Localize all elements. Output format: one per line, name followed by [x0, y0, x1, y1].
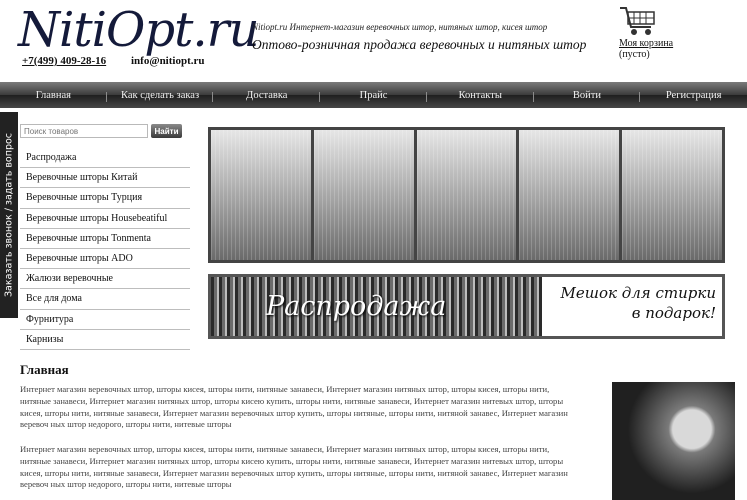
- cart-widget[interactable]: Моя корзина (пусто): [619, 5, 709, 60]
- sidebar-item-blinds[interactable]: Жалюзи веревочные: [20, 269, 190, 290]
- category-sidebar: Распродажа Веревочные шторы Китай Верево…: [20, 148, 190, 350]
- gallery-photo: [416, 130, 517, 260]
- sale-banner-gift: Мешок для стирки в подарок!: [542, 277, 722, 336]
- sidebar-item-home[interactable]: Все для дома: [20, 289, 190, 310]
- cart-status: (пусто): [619, 49, 650, 60]
- photo-gallery-banner[interactable]: [208, 127, 725, 263]
- email-address: info@nitiopt.ru: [131, 55, 205, 67]
- sidebar-item-ado[interactable]: Веревочные шторы ADO: [20, 249, 190, 270]
- sidebar-item-china[interactable]: Веревочные шторы Китай: [20, 168, 190, 189]
- portrait-image: [612, 382, 735, 500]
- search-input[interactable]: [20, 124, 148, 138]
- sidebar-item-housebeatiful[interactable]: Веревочные шторы Housebeatiful: [20, 209, 190, 229]
- intro-paragraph: Интернет магазин веревочных штор, шторы …: [20, 444, 568, 490]
- nav-delivery[interactable]: Доставка: [213, 90, 320, 102]
- cart-link[interactable]: Моя корзина: [619, 38, 709, 49]
- nav-login[interactable]: Войти: [534, 90, 641, 102]
- site-tagline-small: Nitiopt.ru Интернет-магазин веревочных ш…: [252, 22, 548, 32]
- sale-banner-title: Распродажа: [266, 291, 447, 322]
- nav-price[interactable]: Прайс: [320, 90, 427, 102]
- nav-how-to-order[interactable]: Как сделать заказ: [107, 90, 214, 102]
- callback-tab-label: Заказать звонок / задать вопрос: [3, 132, 15, 298]
- sidebar-item-tonmenta[interactable]: Веревочные шторы Tonmenta: [20, 229, 190, 249]
- site-tagline: Оптово-розничная продажа веревочных и ни…: [252, 37, 587, 52]
- gallery-photo: [622, 130, 722, 260]
- gallery-photo: [211, 130, 311, 260]
- shopping-cart-icon[interactable]: [619, 5, 709, 37]
- callback-tab[interactable]: Заказать звонок / задать вопрос: [0, 112, 18, 318]
- nav-home[interactable]: Главная: [0, 90, 107, 102]
- site-logo[interactable]: NitiOpt.ru: [18, 2, 259, 58]
- nav-register[interactable]: Регистрация: [640, 90, 747, 101]
- sale-banner-gift-line1: Мешок для стирки: [560, 284, 716, 302]
- gallery-photo: [313, 130, 414, 260]
- main-nav: Главная Как сделать заказ Доставка Прайс…: [0, 82, 747, 108]
- sidebar-item-hardware[interactable]: Фурнитура: [20, 310, 190, 330]
- sidebar-item-cornices[interactable]: Карнизы: [20, 330, 190, 350]
- search-button[interactable]: Найти: [151, 124, 182, 138]
- nav-contacts[interactable]: Контакты: [427, 90, 534, 102]
- gallery-photo: [519, 130, 620, 260]
- intro-paragraph: Интернет магазин веревочных штор, шторы …: [20, 384, 568, 430]
- sale-banner-gift-line2: в подарок!: [631, 304, 716, 322]
- sidebar-item-turkey[interactable]: Веревочные шторы Турция: [20, 188, 190, 209]
- sidebar-item-sale[interactable]: Распродажа: [20, 148, 190, 169]
- phone-number[interactable]: +7(499) 409-28-16: [22, 55, 106, 67]
- page-title: Главная: [20, 362, 69, 377]
- sale-banner[interactable]: Распродажа Мешок для стирки в подарок!: [208, 274, 725, 339]
